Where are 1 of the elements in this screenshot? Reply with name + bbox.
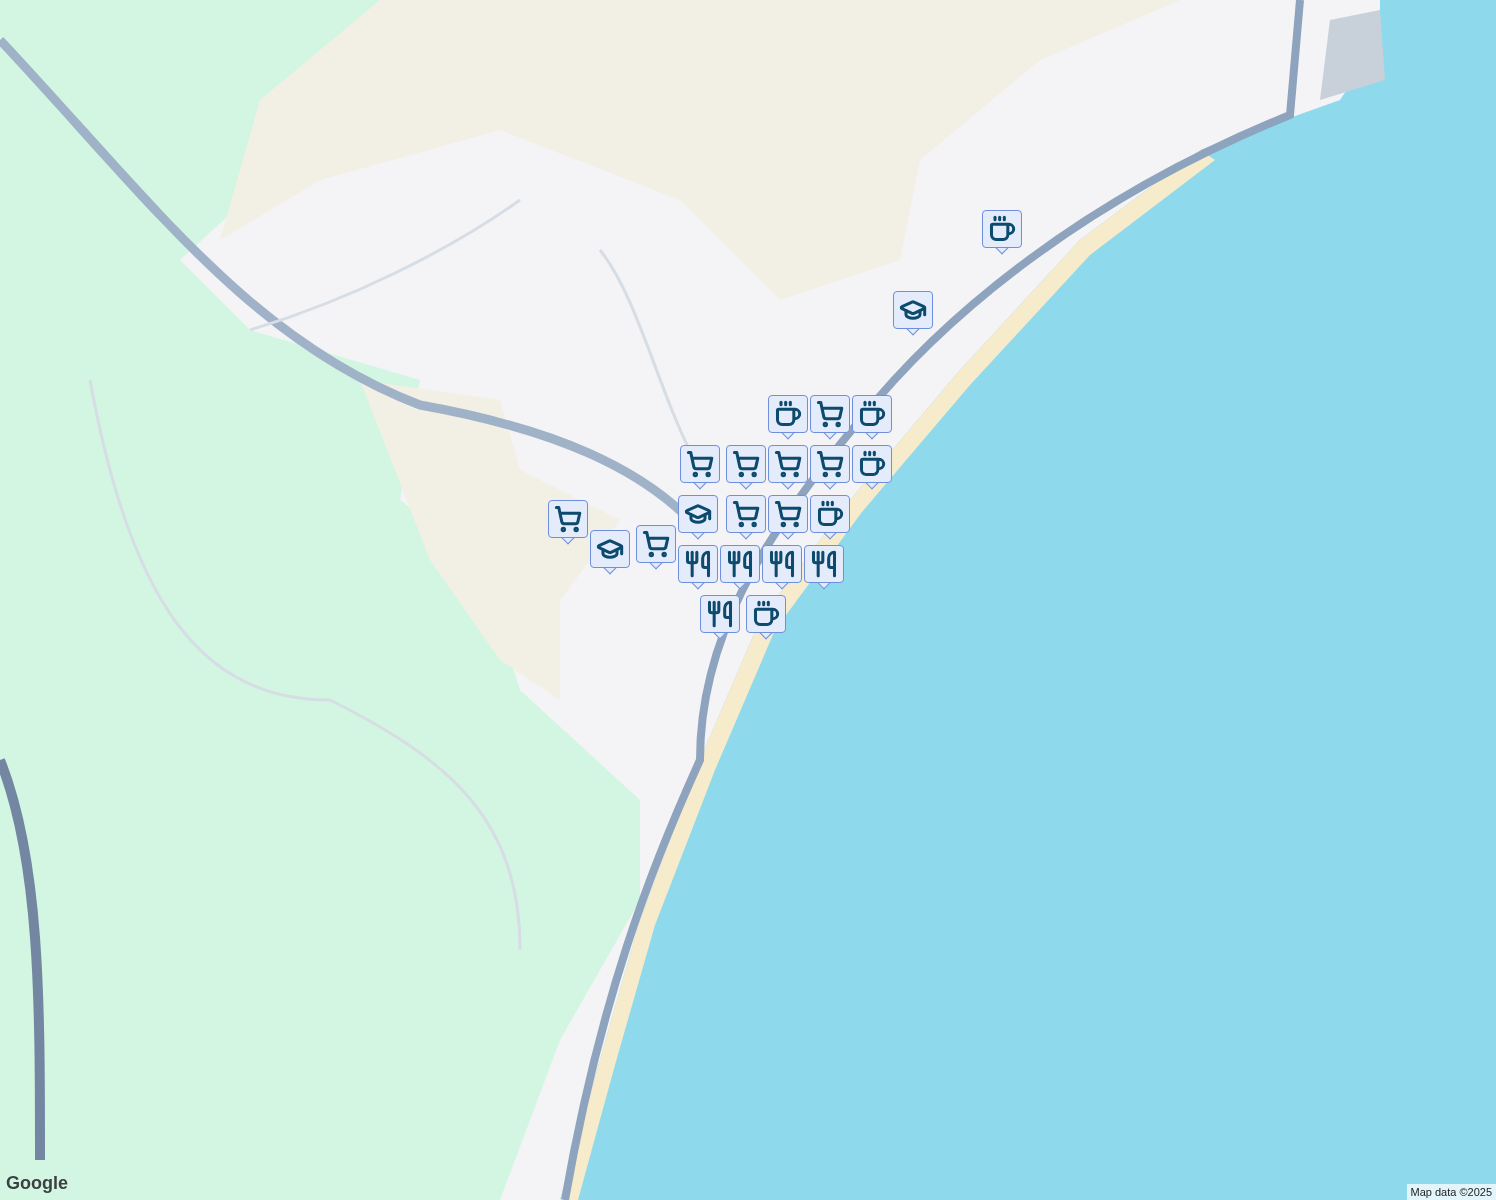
attribution-text: Map data ©2025 — [1406, 1184, 1496, 1200]
